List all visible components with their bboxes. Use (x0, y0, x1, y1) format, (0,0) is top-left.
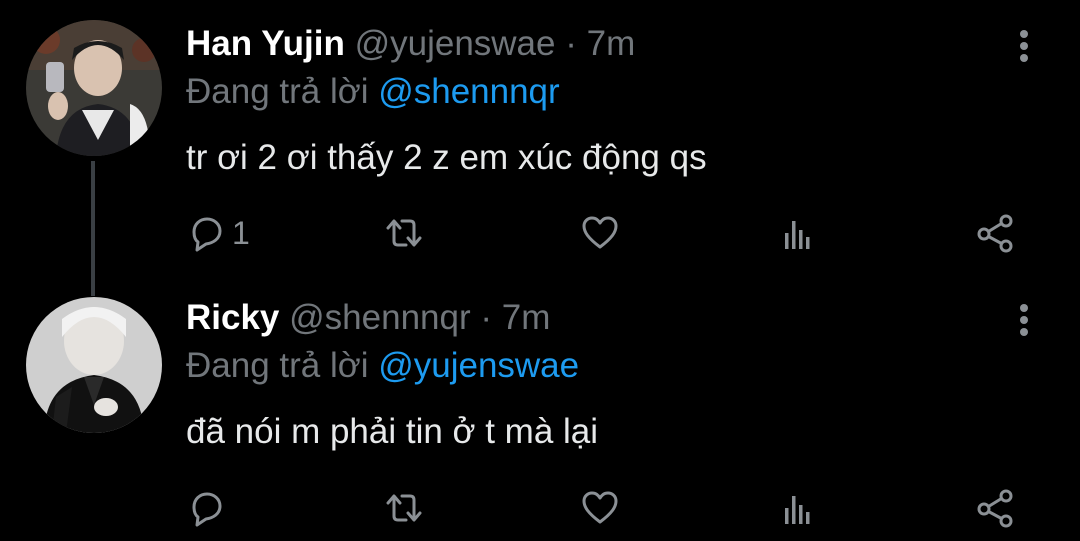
separator-dot: · (480, 298, 493, 337)
reply-count: 1 (232, 215, 250, 251)
replying-to: Đang trả lời @shennnqr (186, 70, 560, 114)
views-button[interactable] (778, 486, 818, 530)
avatar[interactable] (26, 20, 162, 156)
more-options-button[interactable] (1006, 22, 1042, 66)
views-button[interactable] (778, 211, 818, 255)
mention-link[interactable]: @yujenswae (378, 346, 579, 385)
heart-icon (582, 216, 618, 249)
user-handle[interactable]: @shennnqr (289, 298, 470, 337)
tweet-actions: 1 (186, 211, 1026, 255)
timestamp[interactable]: 7m (587, 24, 636, 63)
display-name[interactable]: Han Yujin (186, 24, 345, 63)
replying-to-label: Đang trả lời (186, 346, 369, 385)
share-button[interactable] (974, 211, 1018, 255)
replying-to-label: Đang trả lời (186, 72, 369, 111)
reply-icon (192, 217, 222, 252)
reply-button[interactable]: 1 (186, 211, 250, 255)
tweet-text: tr ơi 2 ơi thấy 2 z em xúc động qs (186, 138, 707, 177)
tweet-header: Ricky @shennnqr · 7m (186, 296, 550, 340)
share-icon (977, 489, 1013, 528)
tweet-header: Han Yujin @yujenswae · 7m (186, 22, 635, 66)
tweet[interactable]: Han Yujin @yujenswae · 7m Đang trả lời @… (0, 0, 1080, 270)
retweet-icon (386, 494, 422, 522)
separator-dot: · (565, 24, 577, 63)
reply-icon (192, 492, 222, 527)
tweet-text: đã nói m phải tin ở t mà lại (186, 412, 599, 451)
analytics-icon (785, 496, 810, 524)
more-vertical-icon (1020, 304, 1028, 336)
share-icon (977, 214, 1013, 253)
like-button[interactable] (580, 486, 620, 530)
reply-button[interactable] (186, 486, 232, 530)
like-button[interactable] (580, 211, 620, 255)
retweet-icon (386, 219, 422, 247)
share-button[interactable] (974, 486, 1018, 530)
tweet-actions (186, 486, 1026, 530)
heart-icon (582, 491, 618, 524)
mention-link[interactable]: @shennnqr (378, 72, 559, 111)
retweet-button[interactable] (382, 211, 426, 255)
replying-to: Đang trả lời @yujenswae (186, 344, 579, 388)
retweet-button[interactable] (382, 486, 426, 530)
user-handle[interactable]: @yujenswae (355, 24, 556, 63)
timestamp[interactable]: 7m (502, 298, 551, 337)
avatar[interactable] (26, 297, 162, 433)
more-vertical-icon (1020, 30, 1028, 62)
more-options-button[interactable] (1006, 296, 1042, 340)
display-name[interactable]: Ricky (186, 298, 279, 337)
analytics-icon (785, 221, 810, 249)
